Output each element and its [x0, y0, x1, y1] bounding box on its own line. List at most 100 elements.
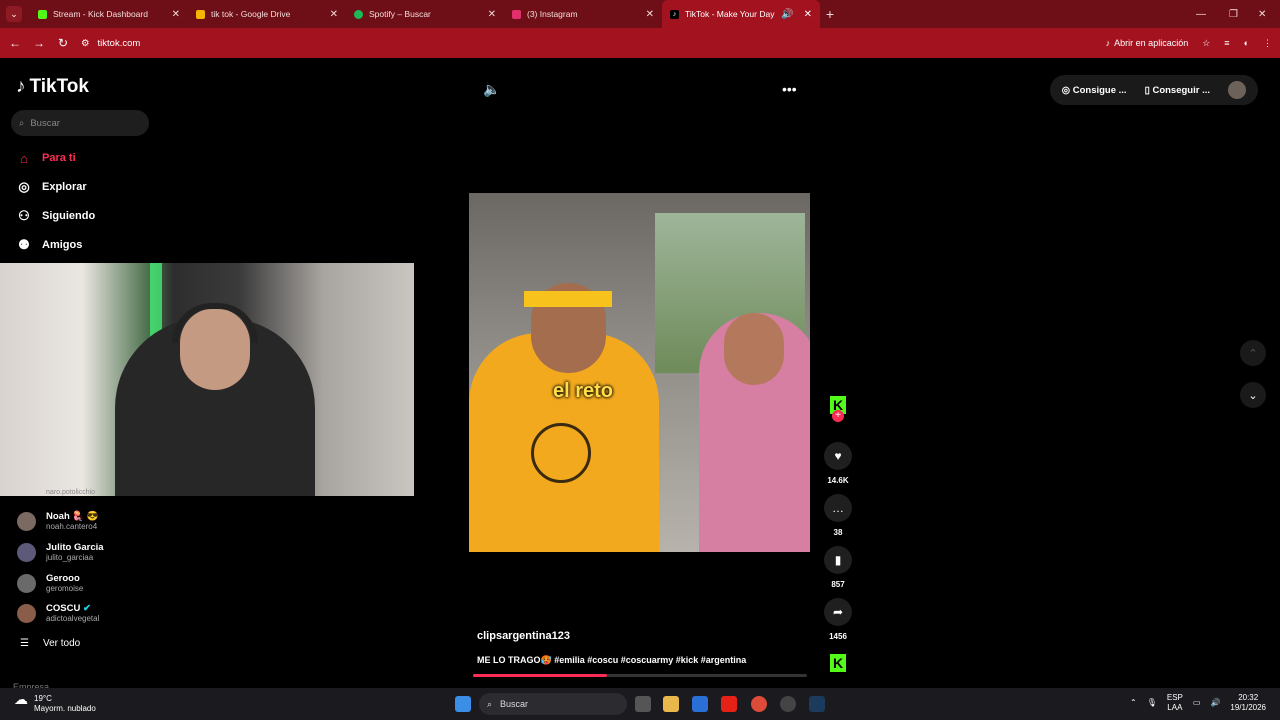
tiktok-logo[interactable]: ♪ TikTok — [16, 76, 89, 98]
open-in-app-button[interactable]: ♪ Abrir en aplicación — [1106, 38, 1189, 48]
reload-button[interactable]: ↻ — [51, 36, 75, 50]
account-handle: adictoalvegetal — [46, 614, 100, 623]
video-author[interactable]: clipsargentina123 — [477, 630, 570, 642]
next-video-button[interactable]: ⌄ — [1240, 382, 1266, 408]
video-caption-overlay: el reto — [553, 380, 614, 402]
taskbar-search[interactable]: ⌕ Buscar — [479, 693, 627, 715]
display-icon[interactable]: ▭ — [1193, 698, 1201, 708]
video-progress-bar[interactable] — [473, 674, 807, 677]
get-coins-button[interactable]: ◎ Consigue ... — [1062, 85, 1127, 96]
close-tab-icon[interactable]: ✕ — [646, 9, 654, 20]
bookmark-icon[interactable]: ▮ — [824, 546, 852, 574]
youtube-icon[interactable] — [721, 696, 737, 712]
weather-widget[interactable]: ☁ 19°C Mayorm. nublado — [14, 692, 96, 714]
avatar — [17, 542, 36, 562]
store-icon[interactable] — [692, 696, 708, 712]
chrome-icon[interactable] — [751, 696, 767, 712]
close-tab-icon[interactable]: ✕ — [488, 9, 496, 20]
nav-friends[interactable]: ⚉ Amigos — [16, 237, 82, 253]
browser-menu-icon[interactable]: ⋮ — [1263, 38, 1272, 49]
time: 20:32 — [1238, 693, 1259, 702]
profile-icon[interactable]: ◐ — [1244, 38, 1249, 48]
sound-disc[interactable]: K — [822, 654, 854, 672]
account-item[interactable]: COSCU ✔ adictoalvegetal — [17, 603, 99, 623]
account-item[interactable]: Julito Garcia julito_garciaa — [17, 542, 104, 562]
site-info-icon[interactable]: ⚙ — [81, 38, 90, 49]
see-all-link[interactable]: ☰ Ver todo — [20, 638, 80, 649]
search-input[interactable]: ⌕ Buscar — [11, 110, 149, 136]
windows-start-icon[interactable] — [455, 696, 471, 712]
video-player[interactable]: el reto — [469, 193, 810, 552]
nav-following[interactable]: ⚇ Siguiendo — [16, 208, 95, 224]
volume-icon[interactable]: 🔈 — [483, 81, 500, 98]
minimize-button[interactable]: — — [1196, 0, 1206, 28]
nav-explore[interactable]: ◎ Explorar — [16, 179, 87, 195]
comment-icon[interactable]: … — [824, 494, 852, 522]
file-explorer-icon[interactable] — [663, 696, 679, 712]
back-button[interactable]: ← — [3, 36, 27, 50]
url-field[interactable]: ⚙ tiktok.com — [81, 38, 140, 49]
tiktok-icon: ♪ — [1105, 38, 1111, 48]
close-tab-icon[interactable]: ✕ — [172, 9, 180, 20]
get-coins-label: Consigue ... — [1072, 84, 1127, 96]
account-item[interactable]: Gerooo geromoise — [17, 573, 83, 593]
tab-kick[interactable]: Stream - Kick Dashboard ✕ — [30, 0, 188, 28]
video-description: ME LO TRAGO🥵 #emilia #coscu #coscuarmy #… — [477, 655, 747, 665]
account-handle: geromoise — [46, 584, 84, 593]
creator-avatar[interactable]: K + — [822, 396, 854, 422]
lang-sub: LAA — [1167, 703, 1183, 712]
nav-label: Para ti — [42, 152, 76, 164]
woman-face — [724, 313, 784, 385]
close-tab-icon[interactable]: ✕ — [804, 9, 812, 20]
save-count: 857 — [831, 580, 845, 589]
language-indicator[interactable]: ESP LAA — [1167, 693, 1183, 713]
logo-text: TikTok — [29, 76, 89, 97]
close-window-button[interactable]: ✕ — [1258, 0, 1266, 28]
tab-tiktok[interactable]: ♪ TikTok - Make Your Day 🔊 ✕ — [662, 0, 820, 28]
forward-button[interactable]: → — [27, 36, 51, 50]
task-view-icon[interactable] — [635, 696, 651, 712]
close-tab-icon[interactable]: ✕ — [330, 9, 338, 20]
new-tab-button[interactable]: + — [820, 6, 840, 22]
verified-badge-icon: ✔ — [82, 603, 91, 614]
like-action[interactable]: ♥ 14.6K — [822, 442, 854, 485]
tab-drive[interactable]: tik tok - Google Drive ✕ — [188, 0, 346, 28]
user-avatar[interactable] — [1228, 81, 1246, 99]
comment-action[interactable]: … 38 — [822, 494, 854, 537]
tab-search-chevron-icon[interactable]: ⌄ — [6, 6, 22, 22]
share-icon[interactable]: ➦ — [824, 598, 852, 626]
open-in-app-label: Abrir en aplicación — [1114, 38, 1189, 48]
account-name: Noah 🪼 😎 — [46, 511, 99, 522]
heart-icon[interactable]: ♥ — [824, 442, 852, 470]
like-count: 14.6K — [827, 476, 849, 485]
clock[interactable]: 20:32 19/1/2026 — [1230, 693, 1266, 713]
more-options-icon[interactable]: ••• — [782, 81, 797, 97]
avatar — [17, 603, 36, 623]
previous-video-button[interactable]: ⌃ — [1240, 340, 1266, 366]
bookmark-star-icon[interactable]: ☆ — [1202, 38, 1210, 49]
video-progress-fill — [473, 674, 607, 677]
media-control-icon[interactable]: ≡ — [1224, 38, 1229, 48]
kick-favicon-icon — [38, 9, 47, 19]
tab-title: TikTok - Make Your Day — [685, 9, 775, 19]
taskbar-search-label: Buscar — [500, 699, 529, 709]
steam-icon[interactable] — [809, 696, 825, 712]
tab-title: Spotify – Buscar — [369, 9, 431, 19]
tab-spotify[interactable]: Spotify – Buscar ✕ — [346, 0, 504, 28]
share-action[interactable]: ➦ 1456 — [822, 598, 854, 641]
tray-chevron-icon[interactable]: ⌃ — [1130, 698, 1137, 708]
microphone-icon[interactable]: 🎙 — [1147, 698, 1157, 708]
speaker-icon[interactable]: 🔊 — [1210, 698, 1220, 708]
account-partial[interactable]: naro.potolicchio — [17, 489, 95, 496]
discord-icon[interactable] — [780, 696, 796, 712]
account-item[interactable]: Noah 🪼 😎 noah.cantero4 — [17, 511, 99, 531]
nav-for-you[interactable]: ⌂ Para ti — [16, 150, 76, 166]
webcam-overlay — [0, 263, 414, 496]
save-action[interactable]: ▮ 857 — [822, 546, 854, 589]
maximize-button[interactable]: ❐ — [1229, 0, 1238, 28]
get-app-button[interactable]: ▯ Conseguir ... — [1145, 85, 1210, 96]
tab-instagram[interactable]: (3) Instagram ✕ — [504, 0, 662, 28]
tab-audio-icon[interactable]: 🔊 — [781, 9, 793, 20]
following-icon: ⚇ — [18, 208, 30, 223]
nav-label: Explorar — [42, 181, 87, 193]
